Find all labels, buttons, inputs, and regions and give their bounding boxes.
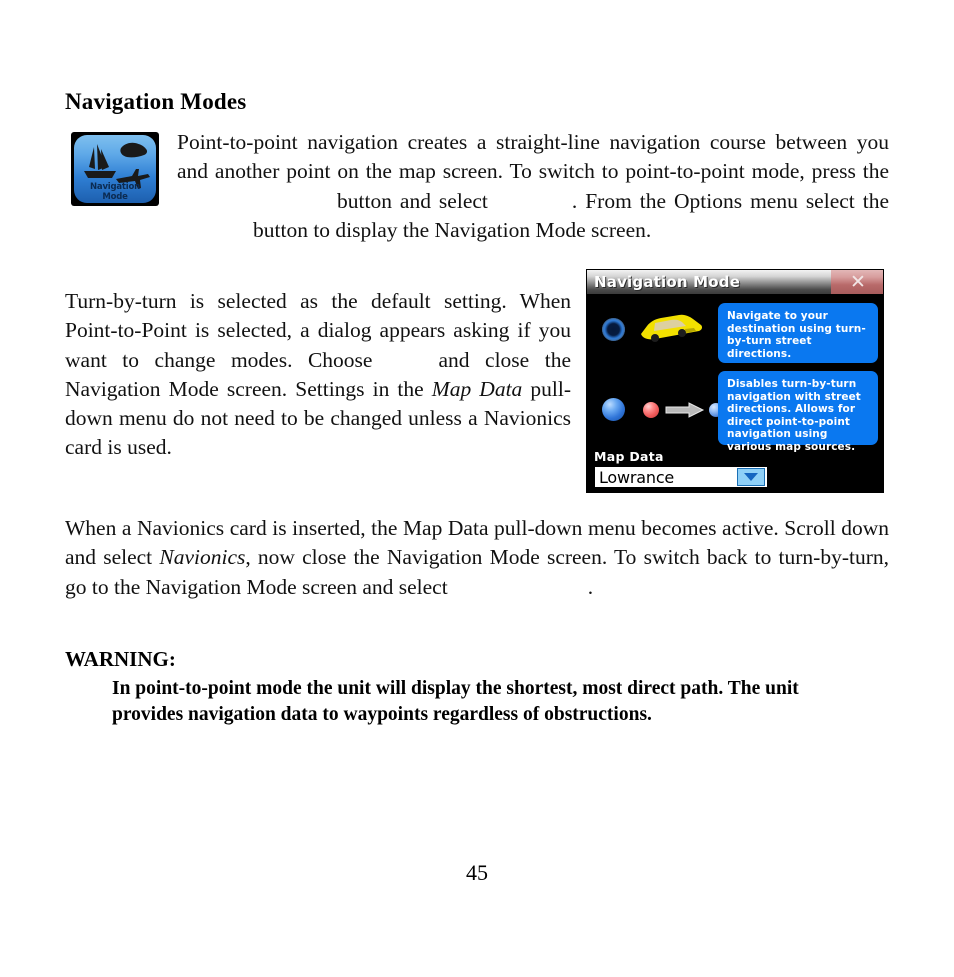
map-data-value: Lowrance bbox=[599, 467, 675, 487]
manual-page: Navigation Modes Navigation Mode Point-t… bbox=[0, 0, 954, 977]
yellow-car-icon bbox=[641, 314, 703, 342]
chevron-down-triangle bbox=[744, 473, 758, 481]
map-data-label: Map Data bbox=[594, 449, 664, 464]
direct-path-arrow-icon bbox=[665, 402, 705, 418]
chevron-down-icon[interactable] bbox=[737, 468, 765, 486]
icon-label-line2: Mode bbox=[102, 191, 128, 202]
page-heading: Navigation Modes bbox=[65, 89, 247, 114]
navigation-mode-icon-label: Navigation Mode bbox=[71, 182, 159, 202]
page-number: 45 bbox=[466, 860, 488, 885]
device-title-bar-gradient: Navigation Mode bbox=[587, 270, 831, 294]
icon-label-line1: Navigation bbox=[90, 182, 140, 192]
paragraph-three-text-c: . bbox=[587, 574, 594, 599]
missing-button-graphic-4 bbox=[372, 346, 438, 375]
paragraph-two-italic-map-data: Map Data bbox=[431, 376, 523, 401]
red-waypoint-sphere-icon bbox=[643, 402, 659, 418]
missing-button-graphic-1 bbox=[177, 187, 337, 216]
paragraph-three: When a Navionics card is inserted, the M… bbox=[65, 514, 889, 602]
radio-turn-by-turn-selected[interactable] bbox=[602, 318, 625, 341]
missing-button-graphic-2 bbox=[488, 187, 572, 216]
map-data-dropdown[interactable]: Lowrance bbox=[594, 466, 768, 488]
device-title-text: Navigation Mode bbox=[594, 273, 741, 291]
info-box-point-to-point: Disables turn-by-turn navigation with st… bbox=[718, 371, 878, 453]
info-box-turn-by-turn: Navigate to your destination using turn-… bbox=[718, 303, 878, 363]
close-icon[interactable]: ✕ bbox=[831, 270, 883, 294]
paragraph-one-text-d: button to display the Navigation Mode sc… bbox=[253, 217, 652, 242]
warning-label: WARNING: bbox=[65, 647, 176, 671]
paragraph-one-text-b: button and select bbox=[337, 188, 488, 213]
paragraph-three-italic-navionics: Navionics bbox=[159, 545, 246, 570]
paragraph-two: Turn-by-turn is selected as the default … bbox=[65, 287, 571, 463]
missing-button-graphic-5 bbox=[448, 573, 588, 602]
radio-point-to-point-unselected[interactable] bbox=[602, 398, 625, 421]
device-title-bar: Navigation Mode ✕ bbox=[587, 270, 883, 294]
paragraph-one-text-c: . From the Options menu select the bbox=[571, 188, 889, 213]
paragraph-one-text-a: Point-to-point navigation creates a stra… bbox=[177, 130, 889, 184]
device-navigation-mode-screenshot: Navigation Mode ✕ Navigate to your desti… bbox=[586, 269, 884, 493]
warning-body: In point-to-point mode the unit will dis… bbox=[112, 678, 799, 725]
paragraph-one: Navigation Mode Point-to-point navigatio… bbox=[65, 128, 889, 245]
navigation-mode-icon: Navigation Mode bbox=[71, 132, 159, 206]
close-x-glyph: ✕ bbox=[850, 270, 866, 293]
missing-button-graphic-3 bbox=[65, 216, 253, 245]
